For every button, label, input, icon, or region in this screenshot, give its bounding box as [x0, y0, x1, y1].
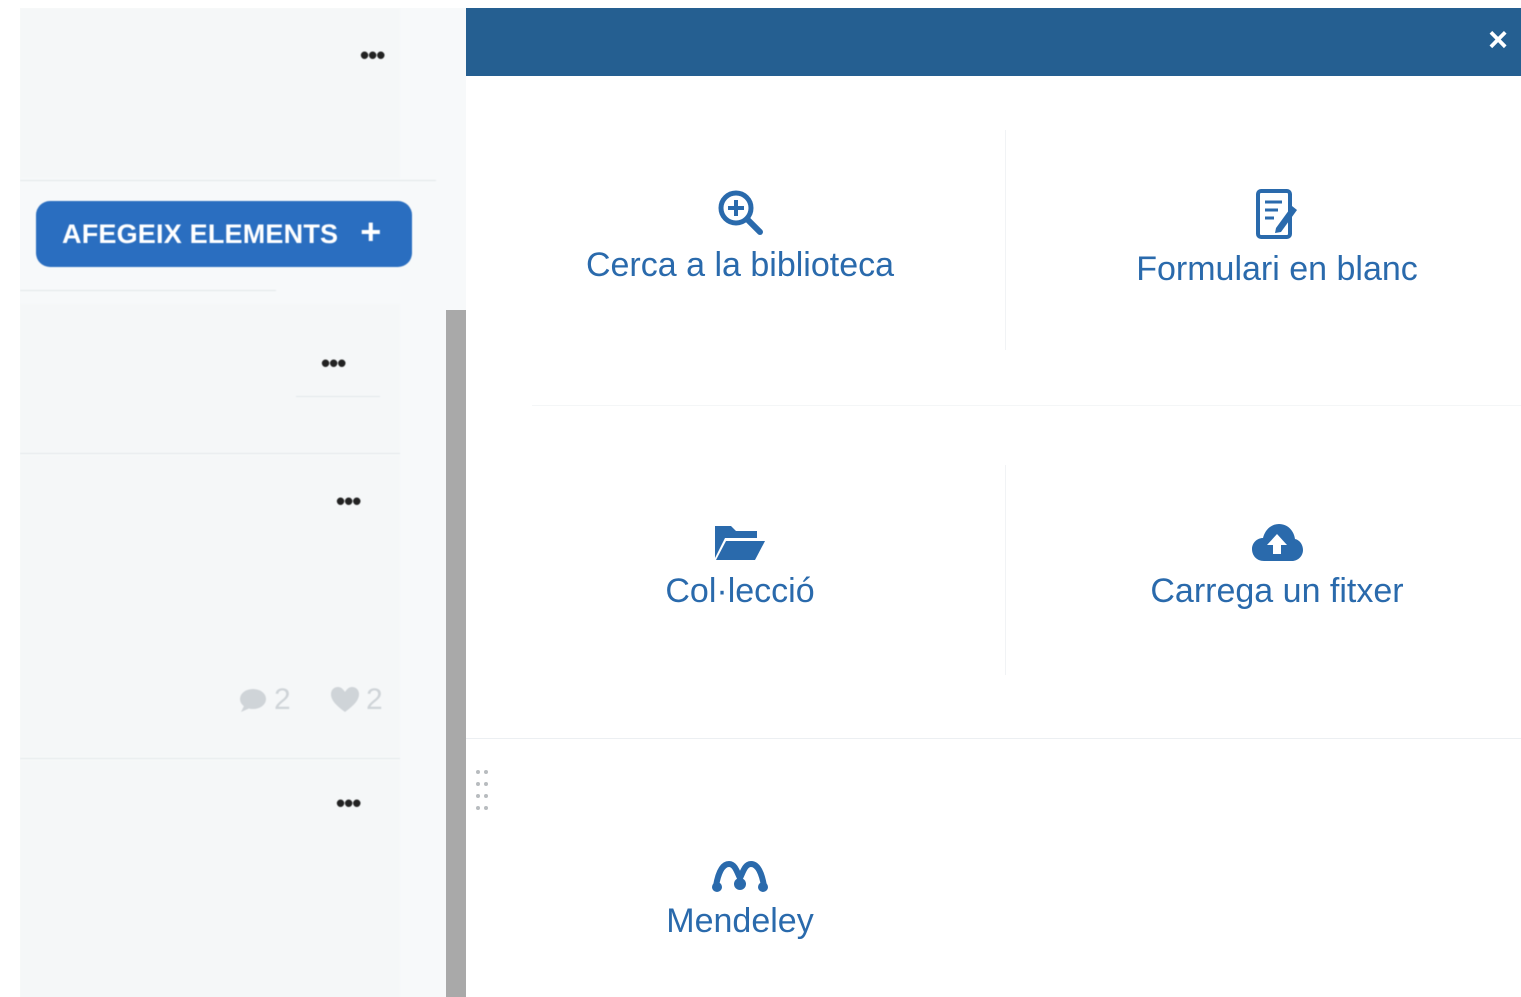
divider: [296, 396, 380, 397]
divider: [20, 180, 436, 181]
divider: [532, 405, 1521, 406]
modal-header: [466, 8, 1521, 76]
divider: [1005, 465, 1006, 675]
folder-open-icon: [715, 526, 765, 560]
add-elements-label: AFEGEIX ELEMENTS: [62, 218, 339, 249]
plus-icon: +: [360, 211, 382, 252]
blank-form-option[interactable]: Formulari en blanc: [1077, 188, 1477, 289]
add-elements-button[interactable]: AFEGEIX ELEMENTS +: [36, 201, 412, 267]
cloud-upload-icon: [1252, 524, 1303, 561]
comment-icon: [240, 689, 266, 712]
list-item: [20, 8, 400, 178]
divider: [466, 738, 1521, 739]
drag-handle-icon[interactable]: [474, 768, 492, 816]
likes-count[interactable]: 2: [330, 683, 383, 717]
list-item: [20, 304, 400, 454]
library-search-option[interactable]: Cerca a la biblioteca: [540, 188, 940, 285]
divider: [20, 290, 276, 291]
comments-count[interactable]: 2: [238, 683, 291, 717]
close-button[interactable]: ×: [1475, 14, 1521, 66]
items-list-content: ••• AFEGEIX ELEMENTS + ••• ••• 2 2 •••: [20, 8, 466, 997]
more-options-button[interactable]: •••: [336, 488, 361, 514]
comments-count-value: 2: [274, 683, 291, 716]
option-label: Col·lecció: [665, 572, 815, 610]
heart-icon: [331, 687, 359, 712]
option-label: Cerca a la biblioteca: [585, 246, 895, 284]
divider: [20, 758, 400, 759]
mendeley-option[interactable]: Mendeley: [540, 858, 940, 941]
more-options-button[interactable]: •••: [336, 790, 361, 816]
more-options-button[interactable]: •••: [321, 350, 346, 376]
search-plus-icon: [718, 190, 763, 235]
divider: [1005, 130, 1006, 350]
option-label: Mendeley: [666, 902, 814, 940]
more-options-button[interactable]: •••: [360, 42, 385, 68]
option-label: Carrega un fitxer: [1150, 572, 1404, 610]
items-list-panel: ••• AFEGEIX ELEMENTS + ••• ••• 2 2 •••: [20, 8, 466, 997]
mendeley-icon: [712, 860, 768, 892]
divider: [20, 453, 400, 454]
collection-option[interactable]: Col·lecció: [540, 522, 940, 611]
option-label: Formulari en blanc: [1136, 250, 1418, 288]
upload-file-option[interactable]: Carrega un fitxer: [1077, 522, 1477, 611]
likes-count-value: 2: [366, 683, 383, 716]
scrollbar-thumb[interactable]: [446, 310, 466, 997]
form-edit-icon: [1256, 189, 1297, 239]
